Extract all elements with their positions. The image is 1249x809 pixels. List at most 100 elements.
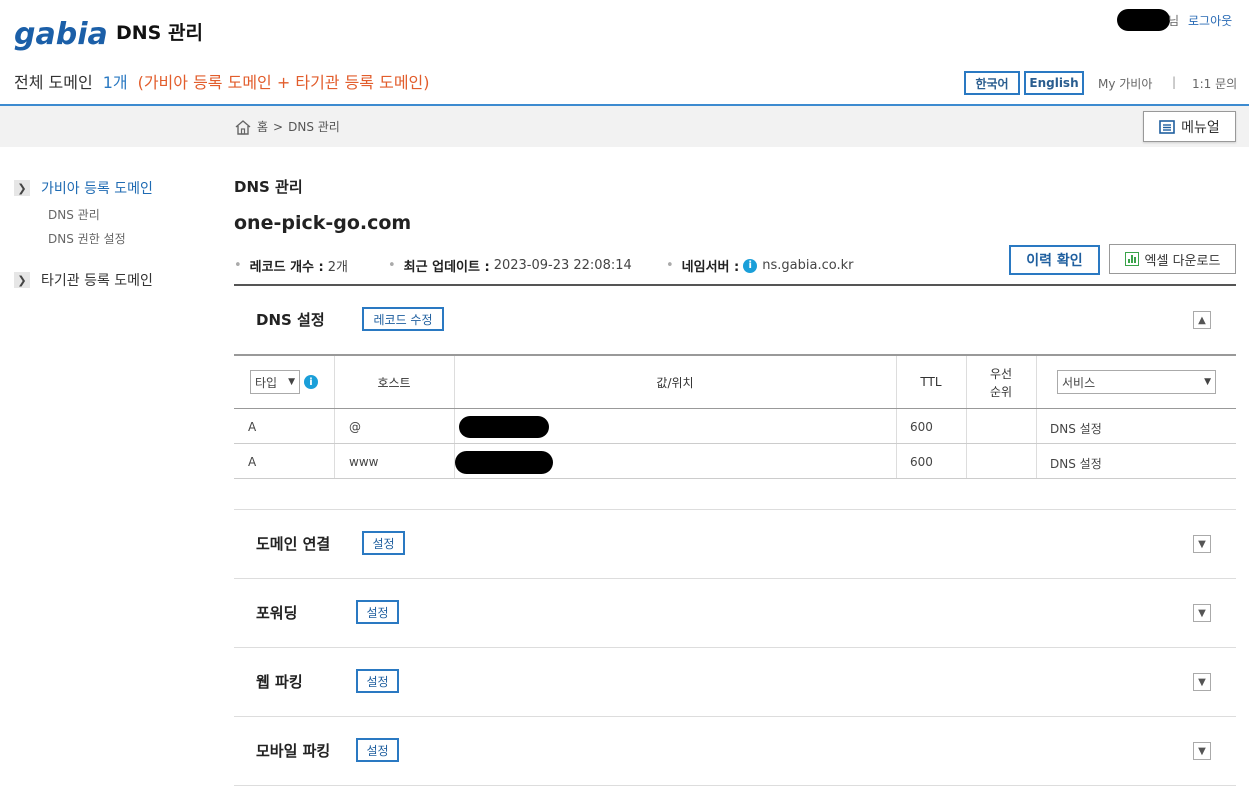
- sidebar-item-dns-manage[interactable]: DNS 관리: [48, 206, 100, 223]
- history-button[interactable]: 이력 확인: [1009, 245, 1100, 275]
- nameserver-meta: • 네임서버 : i ns.gabia.co.kr: [666, 256, 853, 275]
- column-divider: [1036, 356, 1037, 478]
- web-parking-button[interactable]: 설정: [356, 669, 399, 693]
- nameserver-label: 네임서버 :: [681, 260, 740, 275]
- collapse-icon[interactable]: ▲: [1193, 311, 1211, 329]
- inquiry-link[interactable]: 1:1 문의: [1192, 75, 1237, 92]
- chevron-down-icon: ▼: [288, 377, 295, 387]
- column-ttl: TTL: [920, 375, 942, 389]
- bullet-icon: •: [388, 258, 396, 273]
- record-count-value: 2개: [327, 260, 348, 275]
- section-divider: [234, 509, 1236, 510]
- domain-connect-button[interactable]: 설정: [362, 531, 405, 555]
- forwarding-button[interactable]: 설정: [356, 600, 399, 624]
- row2-ttl: 600: [910, 455, 933, 469]
- table-top-border: [234, 354, 1236, 356]
- logo-text: gabia.: [14, 17, 108, 52]
- row1-type: A: [248, 420, 257, 434]
- excel-download-label: 엑셀 다운로드: [1144, 253, 1221, 269]
- page-heading: DNS 관리: [234, 178, 303, 196]
- user-suffix: 님: [1168, 14, 1180, 28]
- web-parking-title: 웹 파킹: [256, 673, 303, 691]
- section-divider: [234, 647, 1236, 648]
- lang-korean-button[interactable]: 한국어: [964, 71, 1020, 95]
- row1-ttl: 600: [910, 420, 933, 434]
- expand-icon[interactable]: ▼: [1193, 673, 1211, 691]
- breadcrumb-bar: [0, 106, 1249, 147]
- sidebar-section2-label: 타기관 등록 도메인: [41, 273, 153, 289]
- column-host: 호스트: [377, 376, 411, 390]
- expand-icon[interactable]: ▼: [1193, 535, 1211, 553]
- mobile-parking-title: 모바일 파킹: [256, 742, 331, 760]
- row2-value-redacted: [455, 451, 553, 474]
- row2-service: DNS 설정: [1050, 457, 1102, 471]
- gabia-logo[interactable]: gabia.: [14, 14, 119, 54]
- bullet-icon: •: [234, 258, 242, 273]
- info-icon[interactable]: i: [743, 258, 758, 273]
- record-count-meta: • 레코드 개수 : 2개: [234, 256, 348, 275]
- breadcrumb-home[interactable]: 홈: [257, 118, 268, 135]
- document-icon: [1159, 119, 1175, 134]
- domain-name: one-pick-go.com: [234, 212, 412, 234]
- service-select-value: 서비스: [1062, 375, 1096, 390]
- my-gabia-link[interactable]: My 가비아: [1098, 75, 1152, 92]
- section-divider: [234, 578, 1236, 579]
- expand-icon[interactable]: ▼: [1193, 742, 1211, 760]
- row2-type: A: [248, 455, 257, 469]
- column-priority-line2: 순위: [989, 385, 1013, 399]
- service-select[interactable]: 서비스 ▼: [1057, 370, 1216, 394]
- manual-button[interactable]: 메뉴얼: [1143, 111, 1236, 142]
- row-divider: [234, 443, 1236, 444]
- updated-label: 최근 업데이트 :: [403, 260, 490, 275]
- updated-meta: • 최근 업데이트 : 2023-09-23 22:08:14: [388, 256, 632, 275]
- bullet-icon: •: [666, 258, 674, 273]
- nameserver-value: ns.gabia.co.kr: [762, 258, 854, 273]
- table-header-border: [234, 408, 1236, 409]
- sidebar-item-gabia-domains[interactable]: ❯ 가비아 등록 도메인: [14, 178, 153, 198]
- sidebar-section1-label: 가비아 등록 도메인: [41, 181, 153, 197]
- row-divider: [234, 478, 1236, 479]
- forwarding-title: 포워딩: [256, 604, 298, 622]
- column-value: 값/위치: [656, 376, 694, 390]
- lang-english-button[interactable]: English: [1024, 71, 1084, 95]
- dns-settings-title: DNS 설정: [256, 311, 325, 329]
- summary-count[interactable]: 1개: [103, 73, 128, 92]
- mobile-parking-button[interactable]: 설정: [356, 738, 399, 762]
- sidebar-item-other-domains[interactable]: ❯ 타기관 등록 도메인: [14, 270, 153, 290]
- breadcrumb: 홈 > DNS 관리: [234, 118, 340, 135]
- row1-host: @: [349, 420, 361, 434]
- excel-download-button[interactable]: 엑셀 다운로드: [1109, 244, 1236, 274]
- type-select[interactable]: 타입 ▼: [250, 370, 300, 394]
- header-separator: |: [1172, 75, 1177, 89]
- breadcrumb-separator: >: [273, 119, 284, 134]
- row1-service: DNS 설정: [1050, 422, 1102, 436]
- summary-label: 전체 도메인: [14, 73, 93, 92]
- chevron-right-icon: ❯: [14, 180, 30, 196]
- record-count-label: 레코드 개수 :: [249, 260, 324, 275]
- app-title: DNS 관리: [116, 22, 203, 44]
- domain-summary: 전체 도메인 1개 (가비아 등록 도메인 + 타기관 등록 도메인): [14, 69, 430, 93]
- sidebar-item-dns-permission[interactable]: DNS 권한 설정: [48, 230, 126, 247]
- row2-host: www: [349, 455, 379, 469]
- home-icon[interactable]: [234, 119, 252, 135]
- user-name-redacted: [1117, 9, 1170, 31]
- row1-value-redacted: [459, 416, 549, 438]
- updated-value: 2023-09-23 22:08:14: [493, 258, 632, 273]
- breadcrumb-current: DNS 관리: [288, 120, 340, 134]
- logout-link[interactable]: 로그아웃: [1188, 12, 1232, 29]
- section-divider: [234, 716, 1236, 717]
- column-priority: 우선 순위: [966, 365, 1036, 401]
- manual-label: 메뉴얼: [1181, 119, 1220, 136]
- section-divider: [234, 785, 1236, 786]
- summary-note: (가비아 등록 도메인 + 타기관 등록 도메인): [137, 73, 430, 92]
- chevron-down-icon: ▼: [1204, 377, 1211, 387]
- edit-records-button[interactable]: 레코드 수정: [362, 307, 444, 331]
- domain-connect-title: 도메인 연결: [256, 535, 331, 553]
- content-divider: [234, 284, 1236, 286]
- chevron-right-icon: ❯: [14, 272, 30, 288]
- info-icon[interactable]: i: [304, 375, 318, 389]
- chart-icon: [1124, 252, 1139, 266]
- type-select-value: 타입: [255, 375, 278, 390]
- column-priority-line1: 우선: [989, 367, 1013, 381]
- expand-icon[interactable]: ▼: [1193, 604, 1211, 622]
